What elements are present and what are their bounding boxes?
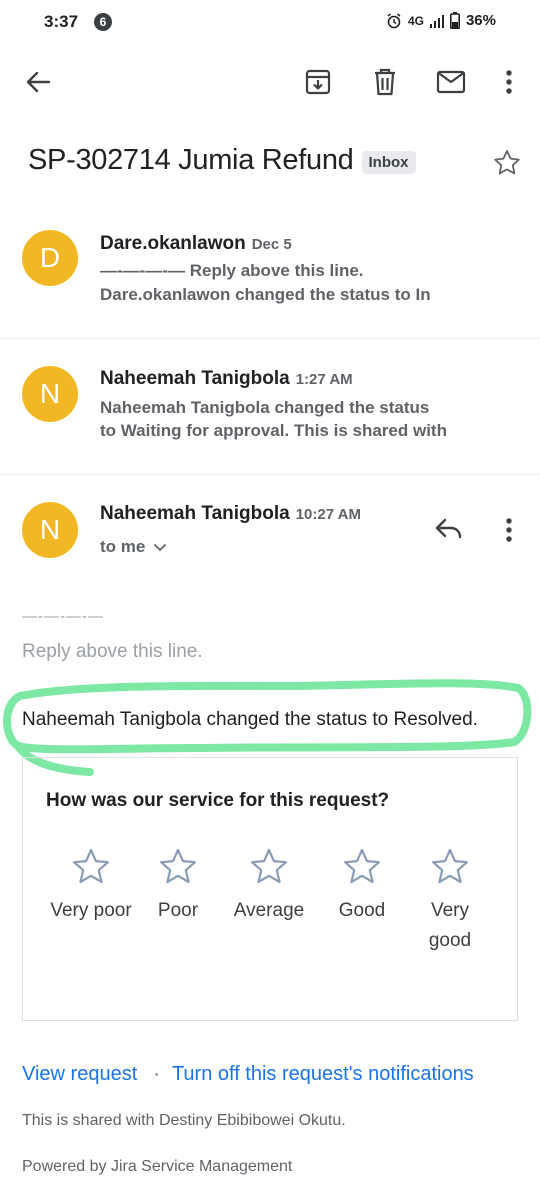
rating-label: Average <box>233 900 305 921</box>
rating-label: Very poor <box>50 900 132 921</box>
sender-name: Naheemah Tanigbola <box>100 503 290 524</box>
shared-with-text: This is shared with Destiny Ebibibowei O… <box>22 1112 346 1129</box>
powered-by-text: Powered by Jira Service Management <box>22 1158 293 1175</box>
rating-label: Good <box>338 900 386 921</box>
rating-very-good[interactable]: Very good <box>400 848 500 956</box>
back-arrow-icon[interactable] <box>20 64 56 100</box>
star-icon <box>344 848 380 884</box>
star-icon <box>160 848 196 884</box>
status-bar: 3:37 6 4G 36% <box>0 0 540 44</box>
message-snippet-line: Dare.okanlawon changed the status to In <box>100 285 431 304</box>
recipient-label: to me <box>100 537 146 556</box>
link-separator: · <box>153 1063 160 1085</box>
recipient-details-toggle[interactable]: to me <box>100 537 167 557</box>
message-time: 10:27 AM <box>295 506 361 523</box>
message-more-vert-icon[interactable] <box>505 517 513 548</box>
archive-icon[interactable] <box>300 64 336 100</box>
message-divider <box>0 338 540 339</box>
rating-good[interactable]: Good <box>312 848 412 926</box>
request-links: View request · Turn off this request's not… <box>22 1063 474 1086</box>
message-snippet-line: Naheemah Tanigbola changed the status <box>100 398 430 417</box>
delete-icon[interactable] <box>367 64 403 100</box>
notification-count-badge: 6 <box>94 13 112 31</box>
view-request-link[interactable]: View request <box>22 1063 137 1085</box>
mark-unread-icon[interactable] <box>433 64 469 100</box>
survey-question: How was our service for this request? <box>46 790 390 811</box>
status-time: 3:37 <box>44 12 79 31</box>
reply-icon[interactable] <box>434 516 464 545</box>
avatar: N <box>22 366 78 422</box>
more-vert-icon[interactable] <box>491 64 527 100</box>
message-snippet-line: to Waiting for approval. This is shared … <box>100 421 447 440</box>
sender-line: Dare.okanlawon Dec 5 <box>100 233 292 255</box>
alarm-icon <box>386 12 402 29</box>
rating-poor[interactable]: Poor <box>128 848 228 926</box>
subject-title: SP-302714 Jumia Refund <box>28 144 354 176</box>
rating-very-poor[interactable]: Very poor <box>41 848 141 926</box>
rating-label: Poor <box>157 900 199 921</box>
message-time: Dec 5 <box>251 236 292 253</box>
message-divider <box>0 474 540 475</box>
star-icon <box>251 848 287 884</box>
network-type: 4G <box>407 13 424 28</box>
reply-above-text: Reply above this line. <box>22 641 203 662</box>
rating-label: Very good <box>428 900 472 951</box>
chevron-down-icon <box>153 537 167 557</box>
message-snippet-line: —-—-—-— Reply above this line. <box>100 261 364 280</box>
email-subject: SP-302714 Jumia Refund Inbox <box>28 144 416 177</box>
service-rating-survey: How was our service for this request? Ve… <box>22 757 518 1021</box>
inbox-label-chip[interactable]: Inbox <box>361 151 416 174</box>
battery-icon <box>449 12 460 29</box>
avatar: N <box>22 502 78 558</box>
rating-average[interactable]: Average <box>219 848 319 926</box>
star-icon <box>432 848 468 884</box>
sender-line: Naheemah Tanigbola 10:27 AM <box>100 503 361 525</box>
status-right: 4G 36% <box>386 12 496 29</box>
email-toolbar <box>0 56 540 108</box>
sender-name: Naheemah Tanigbola <box>100 368 290 389</box>
star-icon <box>73 848 109 884</box>
sender-name: Dare.okanlawon <box>100 233 246 254</box>
reply-separator-dashes: —-—-—-— <box>22 608 104 625</box>
message-time: 1:27 AM <box>295 371 353 388</box>
status-change-text: Naheemah Tanigbola changed the status to… <box>22 709 478 730</box>
star-icon[interactable] <box>492 148 522 183</box>
avatar: D <box>22 230 78 286</box>
sender-line: Naheemah Tanigbola 1:27 AM <box>100 368 353 390</box>
signal-icon <box>429 14 444 28</box>
battery-percent: 36% <box>465 12 496 29</box>
turn-off-notifications-link[interactable]: Turn off this request's notifications <box>172 1063 474 1085</box>
